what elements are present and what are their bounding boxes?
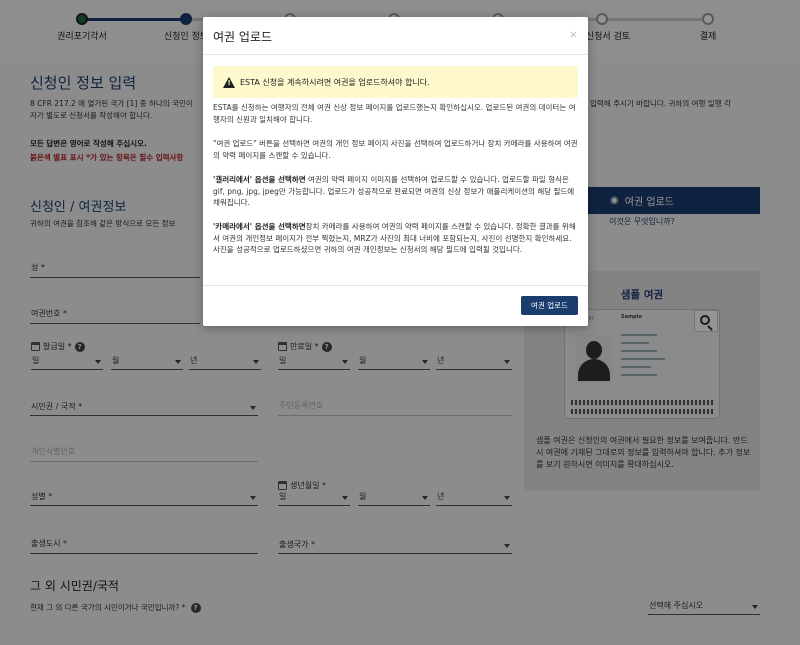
warning-banner: ESTA 신청을 계속하시려면 여권을 업로드하셔야 합니다. [213, 66, 578, 98]
modal-paragraph-2: "여권 업로드" 버튼을 선택하면 여권의 개인 정보 페이지 사진을 선택하여… [213, 139, 578, 160]
modal-paragraph-3: '갤러리에서' 옵션을 선택하면 여권의 약력 페이지 이미지를 선택하여 업로… [213, 174, 578, 209]
passport-upload-modal: 여권 업로드 × ESTA 신청을 계속하시려면 여권을 업로드하셔야 합니다.… [203, 17, 588, 326]
gallery-option-label: '갤러리에서' 옵션을 선택하면 [213, 175, 306, 184]
camera-option-label: '카메라에서' 옵션을 선택하면 [213, 222, 306, 231]
modal-upload-button[interactable]: 여권 업로드 [521, 296, 578, 315]
modal-paragraph-4: '카메라에서' 옵션을 선택하면장치 카메라를 사용하여 여권의 약력 페이지를… [213, 221, 578, 256]
modal-paragraph-1: ESTA를 신청하는 여행자의 전체 여권 신상 정보 페이지를 업로드했는지 … [213, 103, 576, 124]
warning-icon [223, 76, 235, 88]
modal-header: 여권 업로드 × [203, 17, 588, 55]
warning-text: ESTA 신청을 계속하시려면 여권을 업로드하셔야 합니다. [240, 77, 430, 87]
modal-title: 여권 업로드 [213, 30, 273, 44]
modal-footer-divider [203, 285, 588, 286]
close-icon[interactable]: × [569, 28, 578, 41]
